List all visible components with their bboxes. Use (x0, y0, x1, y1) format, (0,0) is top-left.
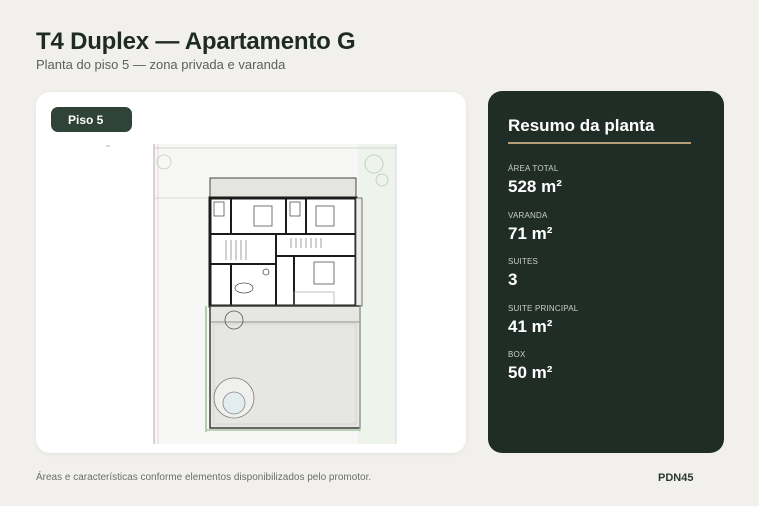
stat-value: 71 m² (508, 223, 553, 243)
reference-code: PDN45 (658, 472, 694, 484)
stat-value: 41 m² (508, 316, 553, 336)
stat-value: 528 m² (508, 177, 562, 196)
page-subtitle: Planta do piso 5 — zona privada e varand… (36, 57, 286, 72)
summary-divider (508, 142, 691, 144)
summary-stats: ÁREA TOTAL 528 m² VARANDA 71 m² SUITES 3… (508, 164, 578, 397)
stat-label: ÁREA TOTAL (508, 164, 559, 173)
stat-master-suite: SUITE PRINCIPAL 41 m² (508, 304, 578, 351)
stat-value: 3 (508, 270, 518, 289)
stat-label: SUITE PRINCIPAL (508, 303, 579, 313)
page-title: T4 Duplex — Apartamento G (36, 28, 356, 55)
stat-total-area: ÁREA TOTAL 528 m² (508, 164, 578, 211)
plan-summary-card: Resumo da planta ÁREA TOTAL 528 m² VARAN… (488, 91, 724, 453)
stat-box: BOX 50 m² (508, 350, 578, 397)
floor-plan-card: Piso 5 (36, 92, 466, 453)
stat-suites: SUITES 3 (508, 257, 578, 304)
summary-title: Resumo da planta (508, 116, 655, 135)
disclaimer-note: Áreas e características conforme element… (36, 472, 372, 483)
floor-badge: Piso 5 (51, 107, 132, 132)
stat-label: VARANDA (508, 210, 548, 220)
stat-balcony: VARANDA 71 m² (508, 211, 578, 258)
stat-label: BOX (508, 350, 526, 359)
stat-value: 50 m² (508, 363, 553, 382)
stat-label: SUITES (508, 257, 539, 266)
floor-plan-drawing (106, 144, 397, 444)
